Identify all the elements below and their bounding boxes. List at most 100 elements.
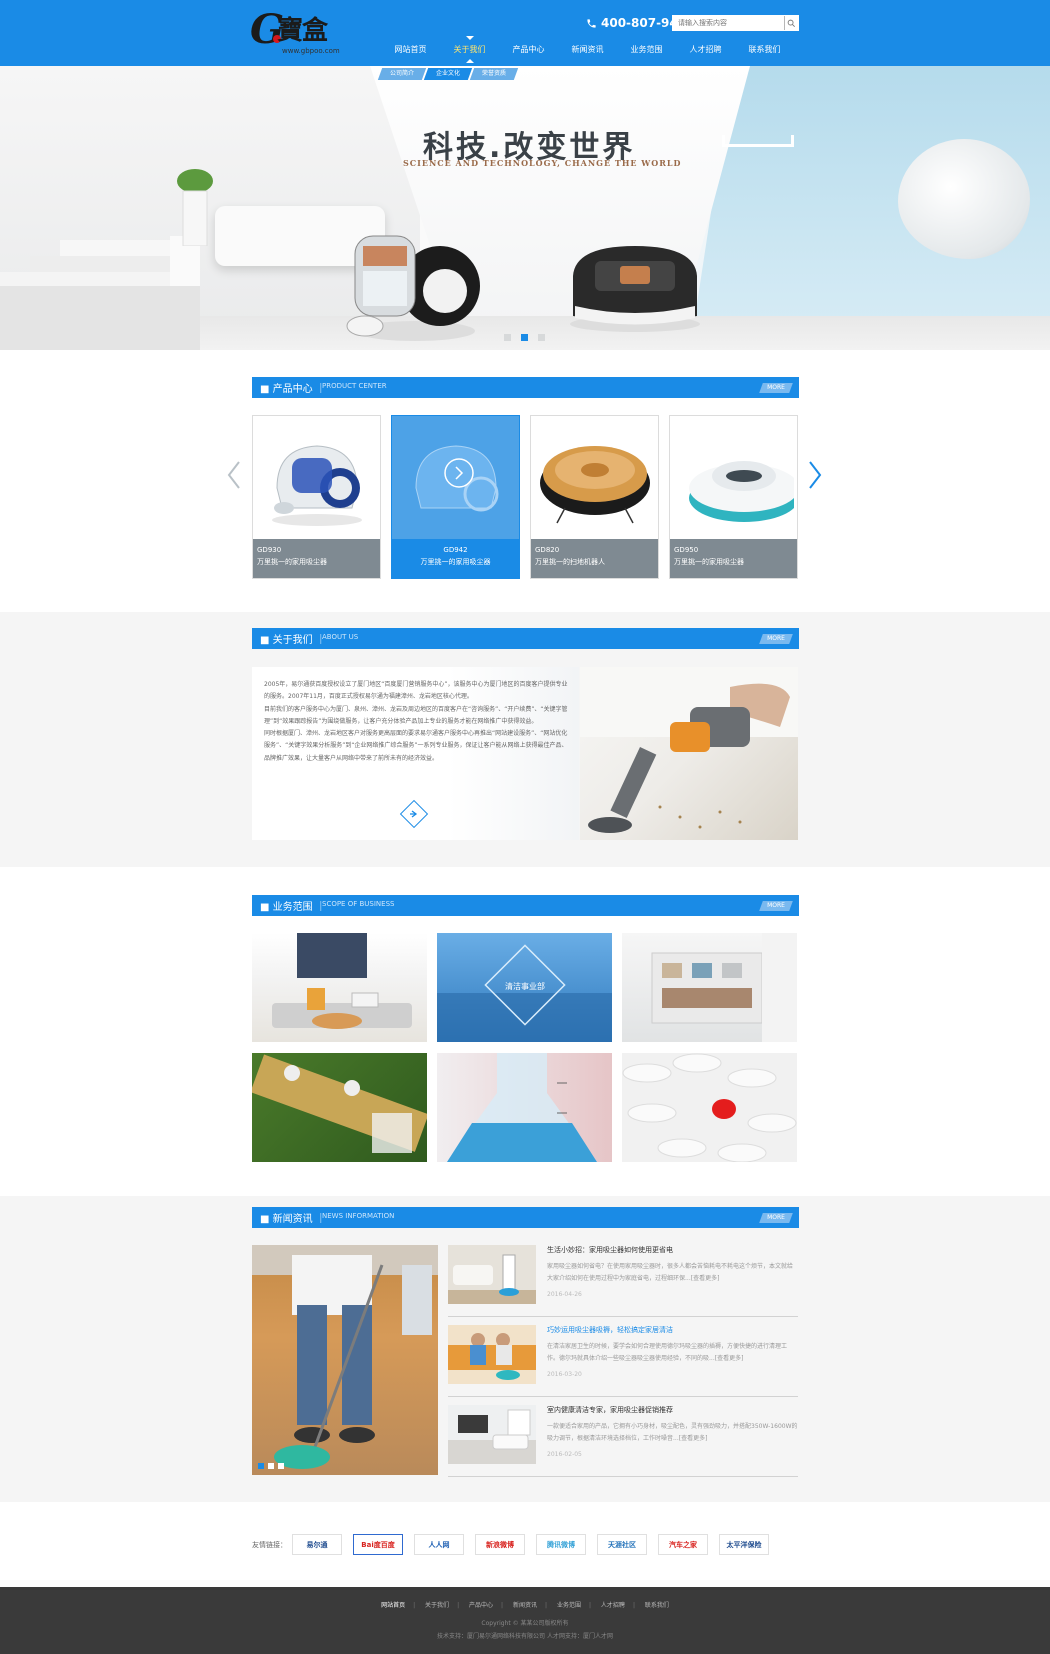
news-title[interactable]: 室内健康清洁专家，家用吸尘器促销推荐 [547, 1405, 673, 1415]
site-footer: 网站首页 | 关于我们 | 产品中心 | 新闻资讯 | 业务范围 | 人才招聘 | 联系我们… [0, 1587, 1050, 1654]
nav-contact[interactable]: 联系我们 [735, 41, 794, 59]
wall-shelf-image [722, 135, 794, 147]
banner-dot-3[interactable] [538, 334, 545, 341]
copyright: Copyright © 某某公司版权所有 [481, 1620, 569, 1627]
section-subtitle: ABOUT US [322, 633, 359, 641]
section-subtitle: PRODUCT CENTER [322, 382, 387, 390]
plant-image [177, 169, 213, 246]
product-image [670, 416, 797, 539]
nav-business[interactable]: 业务范围 [617, 41, 676, 59]
footer-link-products[interactable]: 产品中心 [469, 1602, 493, 1609]
about-image [580, 667, 798, 840]
news-thumbnail[interactable] [448, 1325, 536, 1384]
friend-link-logo[interactable]: 腾讯微博 [536, 1534, 586, 1555]
egg-chair-image [898, 139, 1030, 259]
business-more-button[interactable]: MORE [759, 901, 793, 911]
news-thumbnail[interactable] [448, 1405, 536, 1464]
friend-link-logo[interactable]: 太平洋保险 [719, 1534, 769, 1555]
about-paragraph: 2005年，易尔通获百度授权设立了厦门地区“百度厦门营销服务中心”，该服务中心为… [264, 681, 568, 701]
nav-news[interactable]: 新闻资讯 [558, 41, 617, 59]
footer-link-news[interactable]: 新闻资讯 [513, 1602, 537, 1609]
news-dot-3[interactable] [278, 1463, 284, 1469]
nav-careers[interactable]: 人才招聘 [676, 41, 735, 59]
products-more-button[interactable]: MORE [759, 383, 793, 393]
hero-banner: 科技.改变世界 SCIENCE AND TECHNOLOGY, CHANGE T… [0, 66, 1050, 350]
friend-link-logo[interactable]: 汽车之家 [658, 1534, 708, 1555]
robot-vacuum-image [570, 246, 700, 332]
search-input[interactable] [673, 16, 784, 30]
product-card[interactable]: GD930 万里挑一的家用吸尘器 [252, 415, 381, 579]
business-tile-cleaning[interactable]: 清洁事业部 [437, 933, 612, 1042]
news-date: 2016-02-05 [547, 1451, 582, 1458]
banner-dot-1[interactable] [504, 334, 511, 341]
section-subtitle: SCOPE OF BUSINESS [322, 900, 395, 908]
news-more-button[interactable]: MORE [759, 1213, 793, 1223]
news-description: 一款便适合家用的产品，它拥有小巧身材，吸尘配色，灵有强劲吸力，并搭配350W-1… [547, 1423, 798, 1442]
logo-chinese-text: 寶盒 [277, 16, 328, 46]
news-dot-1[interactable] [258, 1463, 264, 1469]
product-model: GD930 [257, 546, 282, 554]
subnav-company-profile[interactable]: 公司简介 [377, 68, 427, 80]
business-tile-office[interactable] [622, 933, 797, 1042]
news-description: 在清洁家居卫生的时候，要学会如何合理使用德尔玛吸尘器的插褥，方便快捷的进行清理工… [547, 1343, 788, 1362]
news-title[interactable]: 生活小妙招：家用吸尘器如何使用更省电 [547, 1245, 673, 1255]
arrow-right-icon [410, 810, 418, 818]
friend-link-logo[interactable]: Bai度百度 [353, 1534, 403, 1555]
nav-about[interactable]: 关于我们 [440, 36, 499, 63]
product-card[interactable]: GD820 万里挑一的扫地机器人 [530, 415, 659, 579]
footer-link-business[interactable]: 业务范围 [557, 1602, 581, 1609]
product-card[interactable]: GD950 万里挑一的家用吸尘器 [669, 415, 798, 579]
subnav-label: 公司简介 [390, 70, 415, 77]
footer-nav: 网站首页 | 关于我们 | 产品中心 | 新闻资讯 | 业务范围 | 人才招聘 | 联系我们 [381, 1602, 669, 1609]
footer-link-about[interactable]: 关于我们 [425, 1602, 449, 1609]
news-title[interactable]: 巧妙运用吸尘器吸褥，轻松搞定家居清洁 [547, 1325, 673, 1335]
search-button[interactable] [784, 16, 798, 30]
about-paragraph: 同时根据厦门、漳州、龙岩地区客户对服务更高层面的要求易尔通客户服务中心再推出“网… [264, 730, 568, 762]
footer-link-contact[interactable]: 联系我们 [645, 1602, 669, 1609]
friend-link-logo[interactable]: 新浪微博 [475, 1534, 525, 1555]
business-tile-factory[interactable] [252, 1053, 427, 1162]
about-more-button[interactable]: MORE [759, 634, 793, 644]
friend-links-label: 友情链接： [252, 1541, 287, 1549]
site-logo[interactable]: G 寶盒 www.gbpoo.com [250, 6, 340, 58]
news-section-header: ■ 新闻资讯 ｜ NEWS INFORMATION MORE [252, 1207, 799, 1228]
carousel-next-arrow[interactable] [808, 460, 822, 490]
about-paragraph: 目前我们的客户服务中心为厦门、泉州、漳州、龙岩及周边地区的百度客户在“咨询服务”… [264, 705, 568, 725]
nav-home[interactable]: 网站首页 [381, 41, 440, 59]
product-model: GD820 [535, 546, 560, 554]
news-featured-image[interactable] [252, 1245, 438, 1475]
subnav-culture[interactable]: 企业文化 [423, 68, 473, 80]
news-date: 2016-04-26 [547, 1291, 582, 1298]
friend-link-logo[interactable]: 易尔通 [292, 1534, 342, 1555]
news-dot-2[interactable] [268, 1463, 274, 1469]
friend-link-logo[interactable]: 人人网 [414, 1534, 464, 1555]
business-tile-pills[interactable] [622, 1053, 797, 1162]
product-image [531, 416, 658, 539]
product-caption: GD930 万里挑一的家用吸尘器 [253, 539, 380, 578]
news-item: 室内健康清洁专家，家用吸尘器促销推荐 一款便适合家用的产品，它拥有小巧身材，吸尘… [448, 1405, 798, 1477]
section-title: ■ 关于我们 ｜ [260, 635, 326, 646]
search-icon [787, 19, 795, 27]
product-name: 万里挑一的家用吸尘器 [257, 558, 327, 566]
carousel-prev-arrow[interactable] [227, 460, 241, 490]
nav-products[interactable]: 产品中心 [499, 41, 558, 59]
friend-link-logo[interactable]: 天涯社区 [597, 1534, 647, 1555]
site-header: G 寶盒 www.gbpoo.com 400-807-9400 网站首页 关于我… [0, 0, 1050, 66]
subnav-honors[interactable]: 荣誉资质 [469, 68, 519, 80]
product-card[interactable]: GD942 万里挑一的家用吸尘器 [391, 415, 520, 579]
section-title: ■ 新闻资讯 ｜ [260, 1214, 326, 1225]
news-item: 巧妙运用吸尘器吸褥，轻松搞定家居清洁 在清洁家居卫生的时候，要学会如何合理使用德… [448, 1325, 798, 1397]
subnav-label: 荣誉资质 [482, 70, 507, 77]
main-nav: 网站首页 关于我们 产品中心 新闻资讯 业务范围 人才招聘 联系我们 [381, 36, 794, 63]
news-thumbnail[interactable] [448, 1245, 536, 1304]
product-image [392, 416, 519, 539]
banner-dot-2[interactable] [521, 334, 528, 341]
product-name: 万里挑一的扫地机器人 [535, 558, 605, 566]
business-tile-lab[interactable] [437, 1053, 612, 1162]
footer-link-home[interactable]: 网站首页 [381, 1602, 405, 1609]
footer-link-careers[interactable]: 人才招聘 [601, 1602, 625, 1609]
business-tile-service[interactable] [252, 933, 427, 1042]
news-slider-pagination [258, 1463, 288, 1469]
section-title: ■ 产品中心 ｜ [260, 384, 326, 395]
logo-url: www.gbpoo.com [282, 47, 340, 55]
